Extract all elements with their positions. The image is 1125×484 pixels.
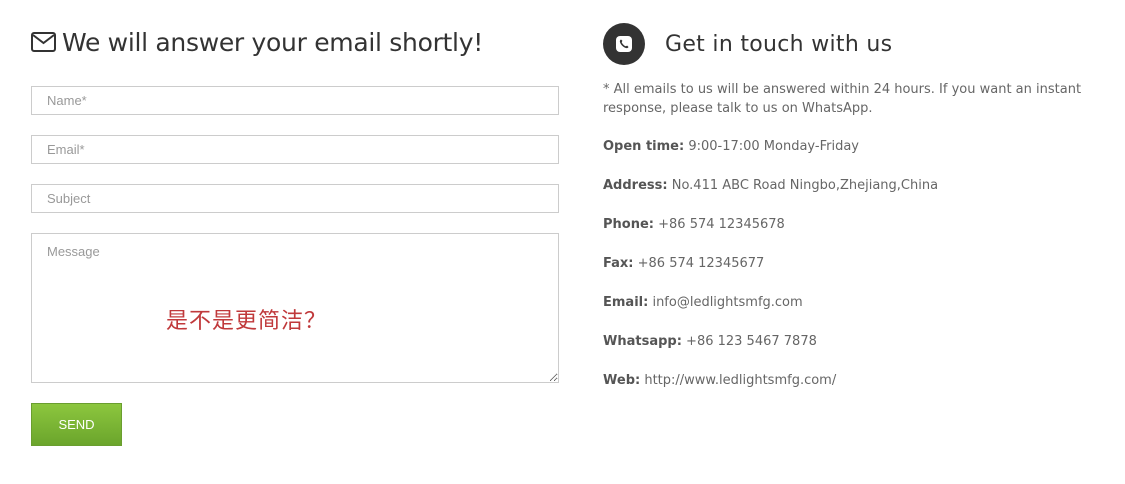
contact-form: We will answer your email shortly! 是不是更简… — [31, 0, 559, 484]
info-value: +86 123 5467 7878 — [686, 334, 817, 349]
info-whatsapp: Whatsapp: +86 123 5467 7878 — [603, 334, 817, 349]
info-label: Fax: — [603, 256, 634, 271]
info-label: Email: — [603, 295, 649, 310]
info-value: 9:00-17:00 Monday-Friday — [688, 139, 859, 154]
info-label: Address: — [603, 178, 668, 193]
info-phone: Phone: +86 574 12345678 — [603, 217, 785, 232]
info-value: +86 574 12345677 — [637, 256, 765, 271]
info-label: Web: — [603, 373, 641, 388]
form-heading: We will answer your email shortly! — [31, 26, 483, 58]
form-title: We will answer your email shortly! — [62, 27, 483, 57]
annotation-text: 是不是更简洁？ — [166, 309, 328, 334]
info-email: Email: info@ledlightsmfg.com — [603, 295, 803, 310]
info-label: Whatsapp: — [603, 334, 682, 349]
info-value[interactable]: http://www.ledlightsmfg.com/ — [644, 373, 836, 388]
contact-heading: Get in touch with us — [603, 22, 1103, 66]
info-open-time: Open time: 9:00-17:00 Monday-Friday — [603, 139, 859, 154]
subject-input[interactable] — [31, 184, 559, 213]
contact-title: Get in touch with us — [665, 31, 893, 57]
info-address: Address: No.411 ABC Road Ningbo,Zhejiang… — [603, 178, 938, 193]
info-value[interactable]: info@ledlightsmfg.com — [652, 295, 802, 310]
info-label: Phone: — [603, 217, 654, 232]
info-label: Open time: — [603, 139, 685, 154]
email-input[interactable] — [31, 135, 559, 164]
info-fax: Fax: +86 574 12345677 — [603, 256, 764, 271]
info-value: No.411 ABC Road Ningbo,Zhejiang,China — [671, 178, 939, 193]
envelope-icon — [31, 32, 56, 52]
info-value: +86 574 12345678 — [658, 217, 785, 232]
response-note: * All emails to us will be answered with… — [603, 82, 1082, 116]
info-web: Web: http://www.ledlightsmfg.com/ — [603, 373, 836, 388]
name-input[interactable] — [31, 86, 559, 115]
send-button[interactable]: SEND — [31, 403, 122, 446]
phone-icon — [603, 23, 645, 65]
